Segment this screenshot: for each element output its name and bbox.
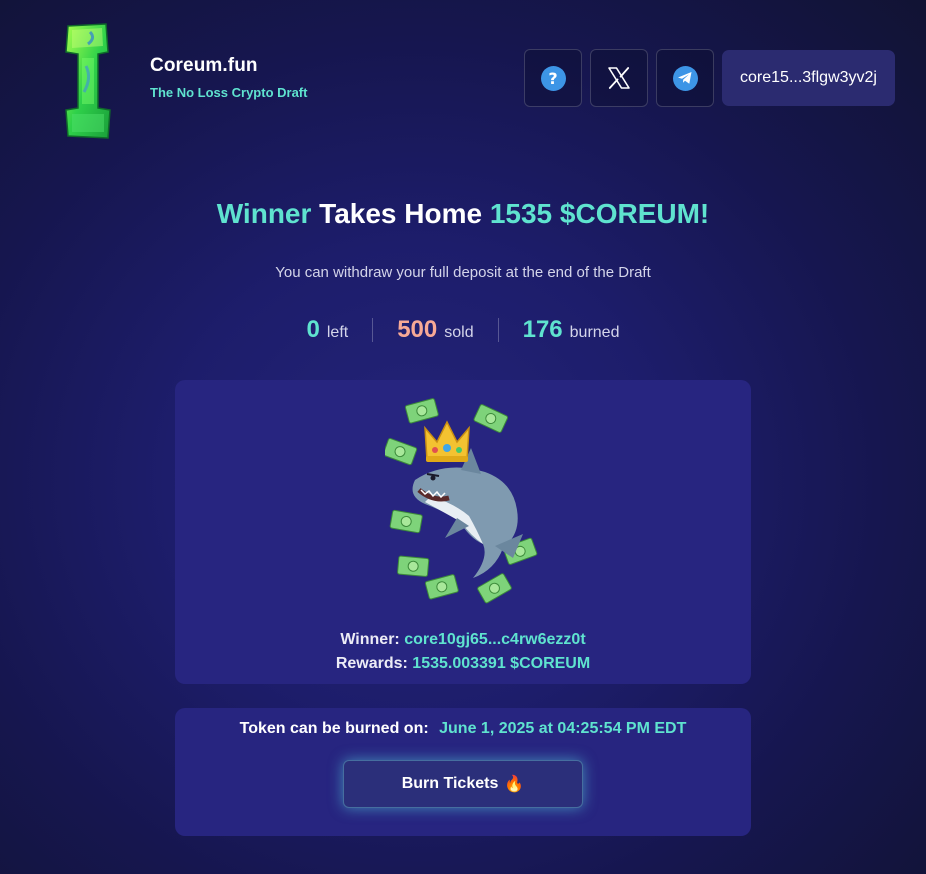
help-circle-icon: ? <box>540 65 566 91</box>
subline-text: You can withdraw your full deposit at th… <box>275 264 651 281</box>
winner-address-link[interactable]: core10gj65...c4rw6ezz0t <box>404 631 585 648</box>
x-twitter-button[interactable] <box>590 49 648 107</box>
brand-block: Coreum.fun The No Loss Crypto Draft <box>150 55 307 100</box>
wallet-address-button[interactable]: core15...3flgw3yv2j <box>722 50 895 106</box>
crowned-shark-money-icon <box>385 398 538 604</box>
winner-label: Winner: <box>340 631 400 648</box>
headline-amount: 1535 $COREUM! <box>489 198 710 229</box>
stat-sold: 500 sold <box>373 316 497 344</box>
headline-winner: Winner <box>216 198 312 229</box>
stat-left: 0 left <box>283 316 373 344</box>
rewards-label: Rewards: <box>335 655 408 672</box>
brand-tagline: The No Loss Crypto Draft <box>150 85 308 100</box>
stat-sold-label: sold <box>444 324 474 341</box>
winner-address-line: Winner: core10gj65...c4rw6ezz0t <box>175 631 751 649</box>
burn-date-line: Token can be burned on: June 1, 2025 at … <box>175 720 751 738</box>
ticket-stats: 0 left 500 sold 176 burned <box>0 316 926 344</box>
stat-sold-value: 500 <box>397 316 438 343</box>
x-logo-icon <box>608 67 630 89</box>
telegram-button[interactable] <box>656 49 714 107</box>
stat-left-value: 0 <box>306 316 320 343</box>
burn-button-label: Burn Tickets <box>401 775 499 792</box>
help-button[interactable]: ? <box>524 49 582 107</box>
green-token-logo-icon <box>65 23 111 139</box>
stat-burned: 176 burned <box>499 316 644 344</box>
stat-burned-value: 176 <box>522 316 563 343</box>
stat-burned-label: burned <box>569 324 620 341</box>
burn-card: Token can be burned on: June 1, 2025 at … <box>175 708 751 836</box>
stat-left-label: left <box>326 324 349 341</box>
rewards-value: 1535.003391 $COREUM <box>412 655 591 672</box>
brand-logo[interactable] <box>60 22 116 140</box>
telegram-icon <box>672 65 698 91</box>
help-symbol: ? <box>548 68 558 88</box>
page-headline: Winner Takes Home 1535 $COREUM! <box>0 198 926 230</box>
burn-date: June 1, 2025 at 04:25:54 PM EDT <box>439 720 687 737</box>
headline-takes-home: Takes Home <box>311 198 490 229</box>
rewards-line: Rewards: 1535.003391 $COREUM <box>175 655 751 673</box>
burn-tickets-button[interactable]: Burn Tickets 🔥 <box>343 760 583 808</box>
fire-icon: 🔥 <box>504 776 525 793</box>
winner-card: Winner: core10gj65...c4rw6ezz0t Rewards:… <box>175 380 751 684</box>
brand-title[interactable]: Coreum.fun <box>150 55 307 77</box>
burn-label: Token can be burned on: <box>239 720 429 737</box>
